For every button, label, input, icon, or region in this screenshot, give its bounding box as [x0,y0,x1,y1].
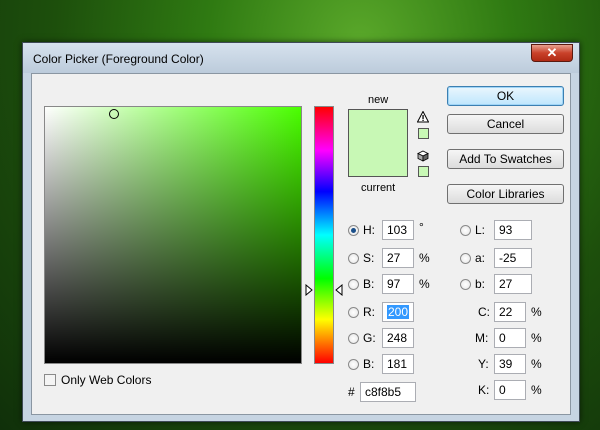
saturation-brightness-field[interactable] [44,106,302,364]
current-color-label: current [361,182,396,194]
magenta-input[interactable]: 0 [494,328,526,348]
brightness-unit: % [419,277,430,291]
b-channel-label: b: [475,277,486,291]
lightness-radio[interactable] [460,225,471,236]
brightness-input[interactable]: 97 [382,274,414,294]
hue-slider[interactable] [314,106,334,364]
yellow-unit: % [531,357,542,371]
hue-slider-right-arrow-icon[interactable] [335,284,343,296]
only-web-colors-checkbox[interactable] [44,374,56,386]
red-radio[interactable] [348,307,359,318]
gamut-warning-swatch[interactable] [418,128,429,139]
red-input[interactable]: 200 [382,302,414,322]
saturation-unit: % [419,251,430,265]
a-channel-radio[interactable] [460,253,471,264]
yellow-label: Y: [478,357,489,371]
ok-button[interactable]: OK [447,86,564,106]
new-color-label: new [368,94,389,106]
red-label: R: [363,305,375,319]
black-unit: % [531,383,542,397]
a-channel-label: a: [475,251,486,265]
hue-label: H: [363,223,375,237]
saturation-input[interactable]: 27 [382,248,414,268]
cube-icon [417,150,429,162]
color-picker-window: Color Picker (Foreground Color) ✕ new cu… [22,42,580,422]
green-label: G: [363,331,376,345]
green-radio[interactable] [348,333,359,344]
only-web-colors-label: Only Web Colors [61,373,152,387]
a-channel-input[interactable]: -25 [494,248,532,268]
b-channel-input[interactable]: 27 [494,274,532,294]
black-label: K: [478,383,490,397]
color-field-cursor[interactable] [109,109,119,119]
b-channel-radio[interactable] [460,279,471,290]
lightness-input[interactable]: 93 [494,220,532,240]
brightness-label: B: [363,277,375,291]
black-input[interactable]: 0 [494,380,526,400]
hue-slider-left-arrow-icon[interactable] [305,284,313,296]
add-to-swatches-button[interactable]: Add To Swatches [447,149,564,169]
lightness-label: L: [475,223,486,237]
hex-label: # [348,385,355,399]
cyan-label: C: [478,305,490,319]
title-bar[interactable]: Color Picker (Foreground Color) ✕ [23,43,579,73]
saturation-label: S: [363,251,375,265]
current-color-swatch[interactable] [348,143,408,177]
cyan-unit: % [531,305,542,319]
new-color-swatch [348,109,408,143]
color-libraries-button[interactable]: Color Libraries [447,184,564,204]
magenta-unit: % [531,331,542,345]
hue-radio[interactable] [348,225,359,236]
red-value-selected: 200 [387,305,410,319]
close-button[interactable]: ✕ [531,44,573,62]
hue-unit: ° [419,220,424,234]
magenta-label: M: [475,331,489,345]
hex-input[interactable]: c8f8b5 [360,382,416,402]
hue-input[interactable]: 103 [382,220,414,240]
green-input[interactable]: 248 [382,328,414,348]
cancel-button[interactable]: Cancel [447,114,564,134]
dialog-body: new current OK Cancel Add To Swatches Co… [31,73,571,415]
yellow-input[interactable]: 39 [494,354,526,374]
web-safe-swatch[interactable] [418,166,429,177]
blue-label: B: [363,357,375,371]
warning-icon [417,111,429,123]
blue-input[interactable]: 181 [382,354,414,374]
brightness-radio[interactable] [348,279,359,290]
window-title: Color Picker (Foreground Color) [33,52,204,66]
blue-radio[interactable] [348,359,359,370]
cyan-input[interactable]: 22 [494,302,526,322]
saturation-radio[interactable] [348,253,359,264]
